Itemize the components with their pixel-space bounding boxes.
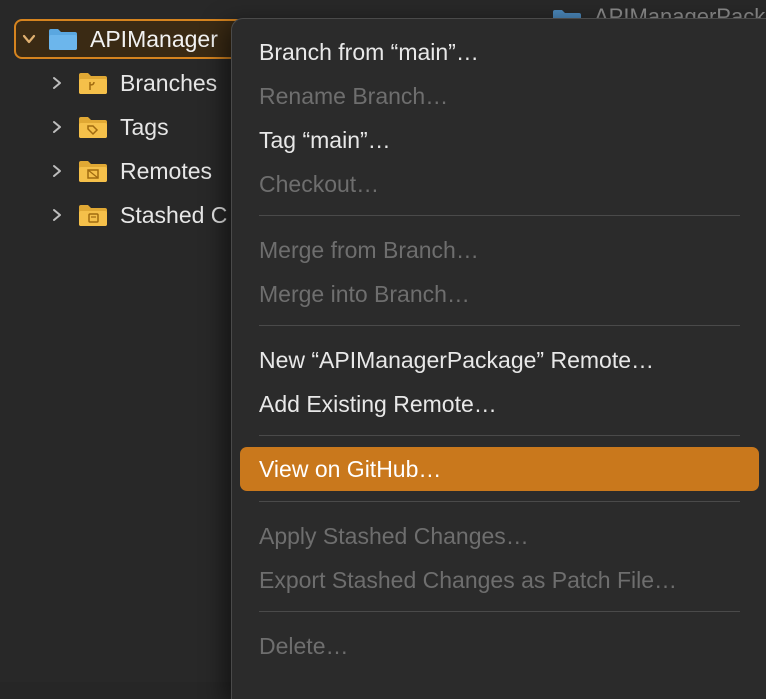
tree-row-remotes[interactable]: Remotes: [48, 151, 212, 191]
menu-item-view-on-github[interactable]: View on GitHub…: [259, 449, 441, 489]
tree-row-label: APIManager: [90, 25, 218, 52]
menu-item-delete[interactable]: Delete…: [259, 626, 348, 666]
menu-item-rename-branch[interactable]: Rename Branch…: [259, 76, 448, 116]
menu-item-checkout[interactable]: Checkout…: [259, 164, 379, 204]
menu-item-apply-stashed-changes[interactable]: Apply Stashed Changes…: [259, 516, 529, 556]
tag-folder-icon: [78, 115, 108, 139]
tree-row-tags[interactable]: Tags: [48, 107, 169, 147]
chevron-down-icon[interactable]: [20, 30, 38, 48]
tree-row-label: Branches: [120, 69, 218, 96]
menu-item-new-remote[interactable]: New “APIManagerPackage” Remote…: [259, 340, 654, 380]
remote-folder-icon: [78, 159, 108, 183]
menu-separator: [259, 325, 740, 326]
menu-item-merge-from-branch[interactable]: Merge from Branch…: [259, 230, 479, 270]
menu-separator: [259, 215, 740, 216]
menu-item-export-stashed-changes[interactable]: Export Stashed Changes as Patch File…: [259, 560, 677, 600]
chevron-right-icon[interactable]: [48, 206, 66, 224]
chevron-right-icon[interactable]: [48, 74, 66, 92]
context-menu: Branch from “main”… Rename Branch… Tag “…: [231, 18, 766, 699]
menu-item-add-existing-remote[interactable]: Add Existing Remote…: [259, 384, 497, 424]
menu-item-branch-from-main[interactable]: Branch from “main”…: [259, 32, 479, 72]
branch-folder-icon: [78, 71, 108, 95]
tree-row-branches[interactable]: Branches: [48, 63, 217, 103]
tree-row-root[interactable]: APIManager: [20, 19, 218, 59]
tree-row-stashed-changes[interactable]: Stashed C: [48, 195, 227, 235]
tree-row-label: Stashed C: [120, 201, 228, 228]
tree-row-label: Tags: [120, 113, 169, 140]
menu-item-merge-into-branch[interactable]: Merge into Branch…: [259, 274, 470, 314]
menu-separator: [259, 435, 740, 436]
menu-item-tag-main[interactable]: Tag “main”…: [259, 120, 391, 160]
menu-separator: [259, 501, 740, 502]
chevron-right-icon[interactable]: [48, 162, 66, 180]
folder-icon: [48, 27, 78, 51]
tree-row-label: Remotes: [120, 157, 213, 184]
menu-separator: [259, 611, 740, 612]
stash-folder-icon: [78, 203, 108, 227]
chevron-right-icon[interactable]: [48, 118, 66, 136]
